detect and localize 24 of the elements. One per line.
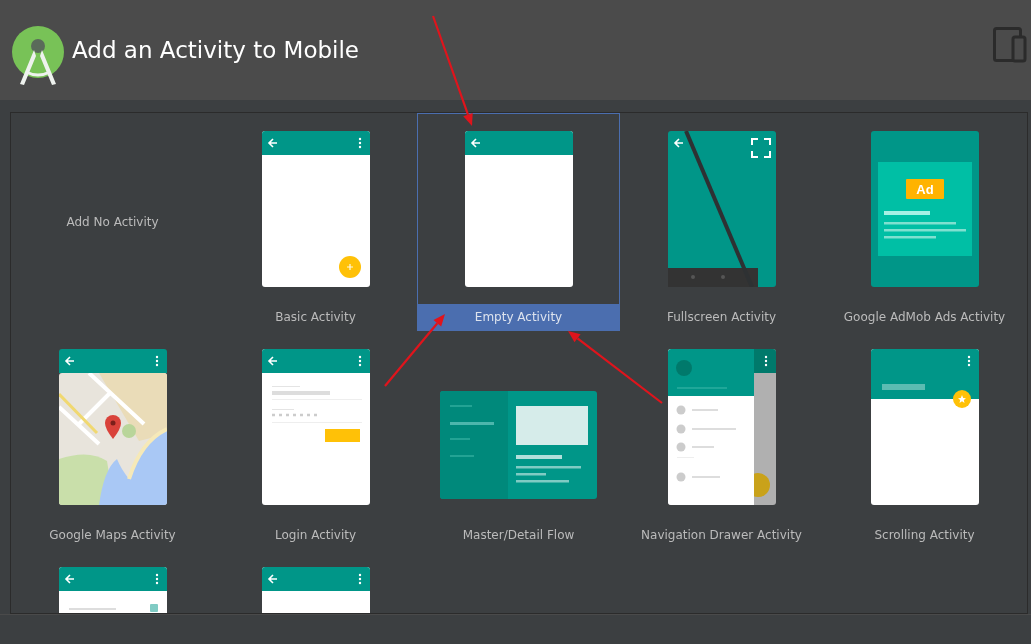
template-label: Google Maps Activity [48,527,177,544]
template-label: Basic Activity [274,309,357,326]
android-studio-logo-icon [12,26,64,86]
template-label: Google AdMob Ads Activity [842,309,1007,326]
template-label: Navigation Drawer Activity [640,527,803,544]
template-label: Fullscreen Activity [665,309,778,326]
template-tile[interactable]: Empty Activity [417,113,620,331]
ad-badge-label: Ad [915,182,934,197]
window-title: Add an Activity to Mobile [72,37,360,63]
template-label: Master/Detail Flow [461,527,576,544]
template-tile[interactable]: Google Maps Activity [11,331,214,549]
template-tile[interactable]: Navigation Drawer Activity [620,331,823,549]
template-tile[interactable]: Basic Activity [214,113,417,331]
template-tile[interactable]: Fullscreen Activity [620,113,823,331]
devices-icon [993,27,1027,63]
template-label: Scrolling Activity [873,527,976,544]
template-tile[interactable]: Scrolling Activity [823,331,1026,549]
template-tile[interactable]: Master/Detail Flow [417,331,620,549]
template-tile[interactable]: Login Activity [214,331,417,549]
template-label: Empty Activity [418,304,619,330]
template-tile[interactable]: Ad Google AdMob Ads Activity [823,113,1026,331]
template-tile[interactable]: Add No Activity [11,113,214,331]
template-label: Add No Activity [65,214,160,231]
template-label: Login Activity [273,527,358,544]
